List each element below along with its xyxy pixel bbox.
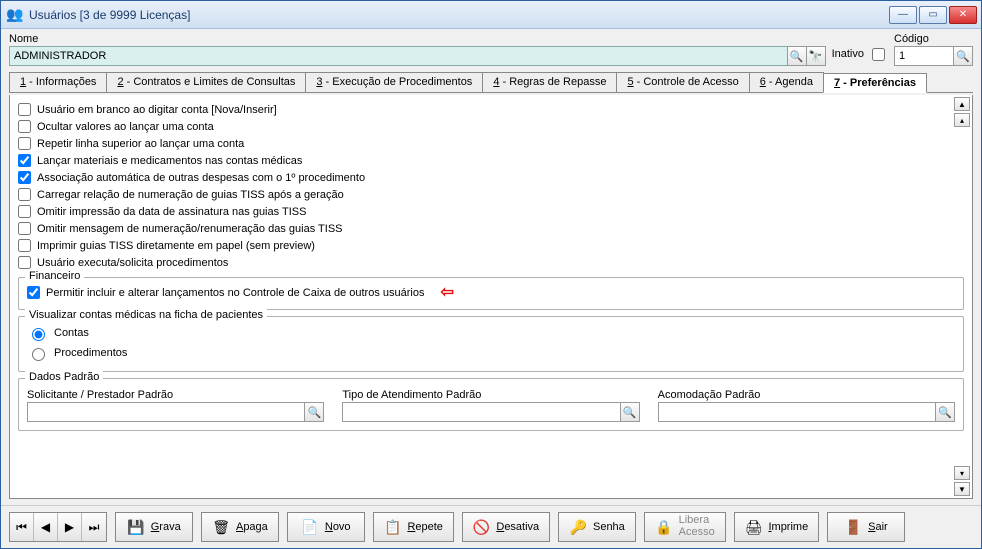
- scroll-down-icon[interactable]: ▾: [954, 466, 970, 480]
- radio-contas[interactable]: [32, 328, 45, 341]
- nome-label: Nome: [9, 33, 826, 45]
- key-icon: 🔑: [570, 519, 587, 536]
- tipo-input[interactable]: [342, 402, 620, 422]
- repete-button[interactable]: 📋Repete: [373, 512, 454, 542]
- search-nome-icon[interactable]: 🔍: [787, 46, 807, 66]
- deactivate-icon: 🚫: [473, 519, 490, 536]
- delete-icon: 🗑: [212, 519, 230, 536]
- sair-button[interactable]: 🚪Sair: [827, 512, 905, 542]
- group-dados-padrao: Dados Padrão Solicitante / Prestador Pad…: [18, 378, 964, 431]
- repeat-icon: 📋: [384, 519, 401, 536]
- new-icon: 📄: [301, 519, 318, 536]
- chk-imprimir-tiss[interactable]: [18, 239, 31, 252]
- inativo-checkbox[interactable]: [872, 48, 885, 61]
- chk-label: Ocultar valores ao lançar uma conta: [37, 121, 214, 133]
- solicitante-input[interactable]: [27, 402, 305, 422]
- chk-associacao-auto[interactable]: [18, 171, 31, 184]
- close-button[interactable]: ✕: [949, 6, 977, 24]
- dados-padrao-legend: Dados Padrão: [25, 371, 103, 383]
- radio-label: Procedimentos: [54, 347, 127, 359]
- chk-omitir-msg[interactable]: [18, 222, 31, 235]
- window-title: Usuários [3 de 9999 Licenças]: [29, 8, 889, 22]
- tabs: 1 - Informações 2 - Contratos e Limites …: [9, 72, 973, 93]
- tab-agenda[interactable]: 6 - Agenda: [749, 72, 824, 92]
- nome-input[interactable]: [9, 46, 788, 66]
- scroll-bottom-icon[interactable]: ▼: [954, 482, 970, 496]
- desativa-button[interactable]: 🚫Desativa: [462, 512, 550, 542]
- imprime-button[interactable]: 🖨Imprime: [734, 512, 820, 542]
- radio-label: Contas: [54, 327, 89, 339]
- solicitante-label: Solicitante / Prestador Padrão: [27, 389, 324, 401]
- grava-button[interactable]: 💾Grava: [115, 512, 193, 542]
- chk-label: Repetir linha superior ao lançar uma con…: [37, 138, 244, 150]
- chk-label: Omitir impressão da data de assinatura n…: [37, 206, 306, 218]
- nav-prev-icon[interactable]: ◀: [34, 513, 58, 541]
- save-icon: 💾: [127, 519, 144, 536]
- chk-permitir-caixa[interactable]: [27, 286, 40, 299]
- senha-button[interactable]: 🔑Senha: [558, 512, 636, 542]
- visualizar-legend: Visualizar contas médicas na ficha de pa…: [25, 309, 267, 321]
- inativo-label: Inativo: [832, 48, 864, 60]
- chk-repetir-linha[interactable]: [18, 137, 31, 150]
- acomodacao-label: Acomodação Padrão: [658, 389, 955, 401]
- chk-carregar-tiss[interactable]: [18, 188, 31, 201]
- scroll-up-icon[interactable]: ▴: [954, 113, 970, 127]
- scroll-top-icon[interactable]: ▲: [954, 97, 970, 111]
- chk-usuario-branco[interactable]: [18, 103, 31, 116]
- chk-label: Associação automática de outras despesas…: [37, 172, 365, 184]
- record-nav: ⏮ ◀ ▶ ⏭: [9, 512, 107, 542]
- tab-preferencias[interactable]: 7 - Preferências: [823, 73, 927, 93]
- libera-acesso-button[interactable]: 🔒LiberaAcesso: [644, 512, 726, 542]
- codigo-label: Código: [894, 33, 973, 45]
- nav-first-icon[interactable]: ⏮: [10, 513, 34, 541]
- chk-label: Usuário em branco ao digitar conta [Nova…: [37, 104, 277, 116]
- binoculars-icon[interactable]: 🔭: [806, 46, 826, 66]
- titlebar: 👥 Usuários [3 de 9999 Licenças] — ▭ ✕: [1, 1, 981, 29]
- app-window: 👥 Usuários [3 de 9999 Licenças] — ▭ ✕ No…: [0, 0, 982, 549]
- tipo-label: Tipo de Atendimento Padrão: [342, 389, 639, 401]
- search-acomodacao-icon[interactable]: 🔍: [935, 402, 955, 422]
- chk-label: Omitir mensagem de numeração/renumeração…: [37, 223, 343, 235]
- chk-ocultar-valores[interactable]: [18, 120, 31, 133]
- tab-execucao[interactable]: 3 - Execução de Procedimentos: [305, 72, 483, 92]
- tab-panel-preferencias: ▲ ▴ ▾ ▼ Usuário em branco ao digitar con…: [9, 95, 973, 499]
- tab-regras[interactable]: 4 - Regras de Repasse: [482, 72, 617, 92]
- maximize-button[interactable]: ▭: [919, 6, 947, 24]
- tab-contratos[interactable]: 2 - Contratos e Limites de Consultas: [106, 72, 306, 92]
- chk-lancar-materiais[interactable]: [18, 154, 31, 167]
- financeiro-legend: Financeiro: [25, 270, 84, 282]
- chk-label: Permitir incluir e alterar lançamentos n…: [46, 287, 424, 299]
- print-icon: 🖨: [745, 519, 763, 536]
- search-tipo-icon[interactable]: 🔍: [620, 402, 640, 422]
- radio-procedimentos[interactable]: [32, 348, 45, 361]
- group-financeiro: Financeiro Permitir incluir e alterar la…: [18, 277, 964, 310]
- nav-next-icon[interactable]: ▶: [58, 513, 82, 541]
- app-icon: 👥: [7, 7, 23, 23]
- novo-button[interactable]: 📄Novo: [287, 512, 365, 542]
- chk-label: Imprimir guias TISS diretamente em papel…: [37, 240, 315, 252]
- codigo-input[interactable]: [894, 46, 954, 66]
- tab-informacoes[interactable]: 1 - Informações: [9, 72, 107, 92]
- lock-icon: 🔒: [655, 520, 672, 535]
- highlight-arrow-icon: ⇦: [440, 287, 453, 298]
- group-visualizar: Visualizar contas médicas na ficha de pa…: [18, 316, 964, 372]
- search-codigo-icon[interactable]: 🔍: [953, 46, 973, 66]
- minimize-button[interactable]: —: [889, 6, 917, 24]
- chk-label: Carregar relação de numeração de guias T…: [37, 189, 344, 201]
- bottom-toolbar: ⏮ ◀ ▶ ⏭ 💾Grava 🗑Apaga 📄Novo 📋Repete 🚫Des…: [1, 505, 981, 548]
- exit-icon: 🚪: [845, 519, 862, 536]
- tab-controle[interactable]: 5 - Controle de Acesso: [616, 72, 749, 92]
- chk-label: Lançar materiais e medicamentos nas cont…: [37, 155, 302, 167]
- nav-last-icon[interactable]: ⏭: [82, 513, 106, 541]
- search-solicitante-icon[interactable]: 🔍: [304, 402, 324, 422]
- chk-usuario-executa[interactable]: [18, 256, 31, 269]
- chk-omitir-data[interactable]: [18, 205, 31, 218]
- apaga-button[interactable]: 🗑Apaga: [201, 512, 279, 542]
- acomodacao-input[interactable]: [658, 402, 936, 422]
- chk-label: Usuário executa/solicita procedimentos: [37, 257, 228, 269]
